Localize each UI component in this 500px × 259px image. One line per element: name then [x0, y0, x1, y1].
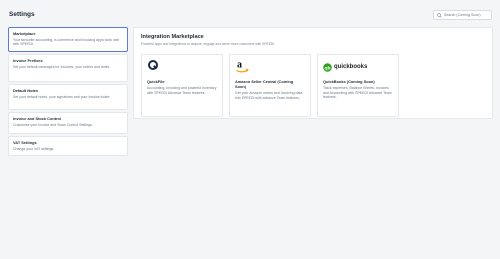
card-desc: Accounting, Invoicing and powerful Inven… — [147, 86, 217, 95]
sidebar-item-vat-settings[interactable]: VAT Settings Change your VAT settings. — [8, 136, 128, 156]
sidebar-item-desc: Your favourite accounting, e-commerce an… — [13, 37, 120, 47]
card-name: QuickBooks (Coming Soon) — [323, 79, 375, 84]
card-name: Amazon Seller Central (Coming Soon) — [235, 79, 294, 89]
search-input[interactable] — [444, 13, 491, 17]
quickbooks-wordmark: quickbooks — [334, 64, 368, 70]
sidebar-item-desc: Customise your Invoice and Stock Control… — [13, 122, 93, 127]
sidebar-item-title: Marketplace — [13, 31, 36, 36]
sidebar-item-title: Invoice and Stock Control — [13, 116, 61, 121]
sidebar-item-title: VAT Settings — [13, 140, 37, 145]
integration-marketplace-panel: Integration Marketplace Powerful apps an… — [133, 27, 493, 119]
sidebar-item-default-notes[interactable]: Default Notes Set your default notes, yo… — [8, 84, 128, 110]
integration-card-amazon[interactable]: a Amazon Seller Central (Coming Soon) Ge… — [229, 54, 311, 117]
svg-text:qb: qb — [324, 65, 330, 71]
sidebar-item-invoice-stock-control[interactable]: Invoice and Stock Control Customise your… — [8, 112, 128, 134]
section-title: Integration Marketplace — [141, 34, 204, 40]
card-name: QuickFile — [147, 79, 165, 84]
card-desc: Track expenses, Balance Sheets, Invoices… — [323, 86, 392, 100]
quickbooks-logo: qb quickbooks — [323, 59, 393, 75]
integration-card-quickbooks[interactable]: qb quickbooks QuickBooks (Coming Soon) T… — [317, 54, 399, 117]
search-icon — [437, 12, 442, 18]
integration-card-quickfile[interactable]: QuickFile Accounting, Invoicing and powe… — [141, 54, 223, 117]
section-subtitle: Powerful apps and integrations to acquir… — [141, 42, 276, 46]
sidebar-item-marketplace[interactable]: Marketplace Your favourite accounting, e… — [8, 27, 128, 52]
search-box[interactable] — [433, 10, 492, 20]
sidebar-item-desc: Set your default messages for Invoices, … — [13, 64, 111, 69]
sidebar-item-title: Invoice Prefixes — [13, 58, 43, 63]
svg-text:a: a — [237, 60, 242, 71]
sidebar-item-desc: Set your default notes, your signatures … — [13, 94, 111, 99]
amazon-logo: a — [235, 59, 305, 75]
card-desc: Get your Amazon orders and Invoicing dat… — [235, 91, 303, 100]
sidebar-item-desc: Change your VAT settings. — [13, 146, 55, 151]
sidebar-item-invoice-prefixes[interactable]: Invoice Prefixes Set your default messag… — [8, 54, 128, 82]
sidebar-item-title: Default Notes — [13, 88, 39, 93]
quickfile-logo — [147, 59, 217, 75]
page-title: Settings — [9, 11, 35, 18]
settings-sidebar: Marketplace Your favourite accounting, e… — [8, 27, 128, 158]
